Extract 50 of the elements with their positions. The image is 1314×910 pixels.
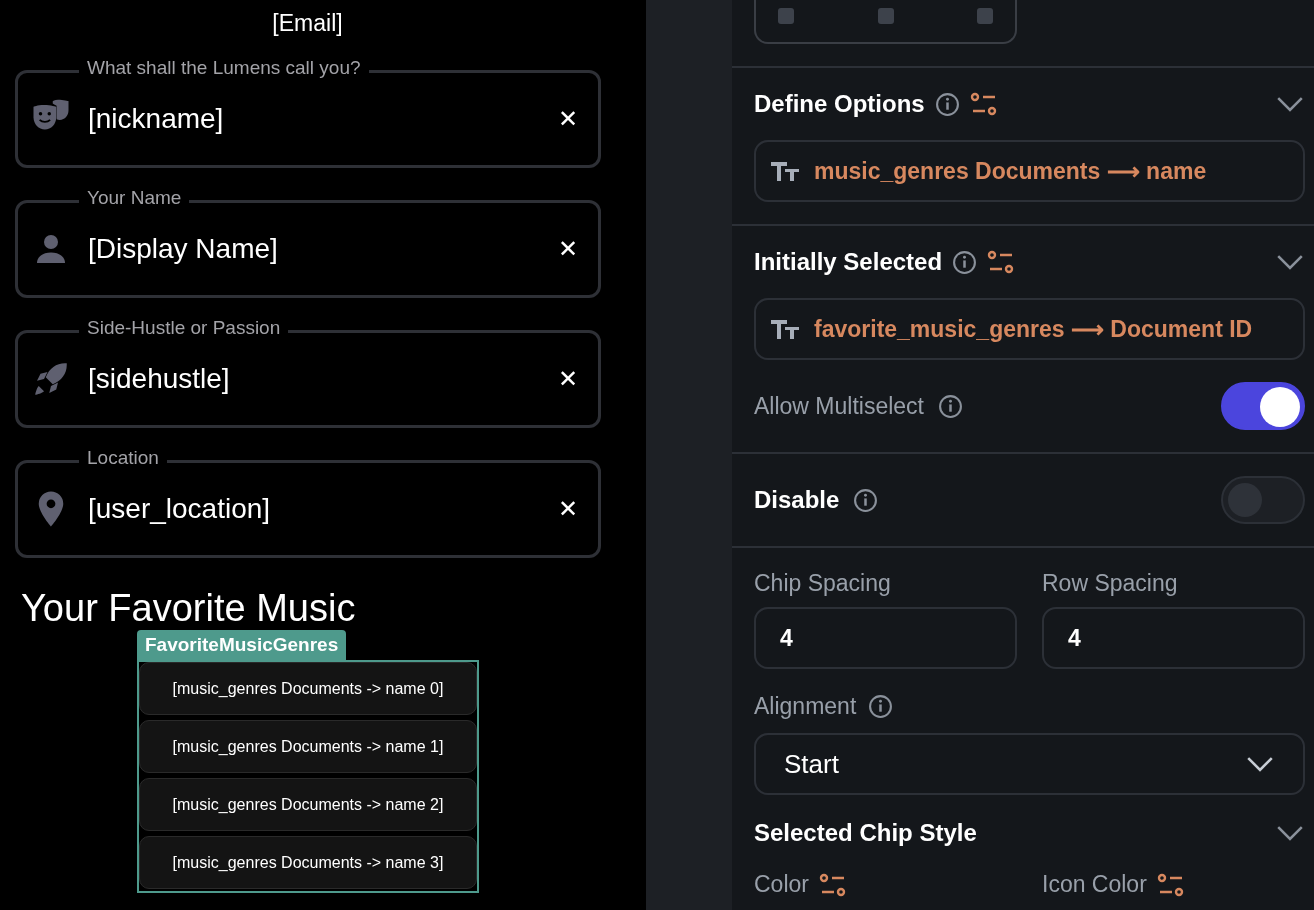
variable-icon[interactable]	[969, 91, 998, 117]
text-type-icon	[770, 159, 800, 183]
property-label: Alignment	[754, 692, 857, 720]
alignment-dropdown[interactable]: Start	[754, 733, 1305, 795]
clear-button[interactable]: ✕	[557, 235, 578, 263]
square-icon	[877, 8, 894, 24]
field-value: [Display Name]	[88, 233, 279, 265]
info-icon[interactable]	[868, 693, 894, 719]
field-value: [sidehustle]	[88, 363, 231, 395]
property-label: Icon Color	[1042, 871, 1147, 898]
info-icon[interactable]	[952, 249, 978, 275]
property-label: Color	[754, 871, 809, 898]
property-label: Chip Spacing	[754, 570, 892, 597]
number-field[interactable]: 4	[1042, 607, 1305, 669]
field-value: [nickname]	[88, 103, 225, 135]
email-text: [Email]	[271, 9, 344, 38]
variable-icon[interactable]	[818, 871, 847, 898]
chevron-icon[interactable]	[1277, 825, 1303, 841]
variable-icon[interactable]	[1156, 871, 1185, 898]
variable-icon[interactable]	[987, 249, 1016, 275]
bound-value-field[interactable]: favorite_music_genres ⟶ Document ID	[754, 298, 1305, 360]
property-label: Allow Multiselect	[754, 392, 924, 420]
clear-button[interactable]: ✕	[557, 105, 578, 133]
section-heading: Initially Selected	[754, 248, 943, 276]
clear-button[interactable]: ✕	[557, 365, 578, 393]
square-icon	[778, 8, 794, 24]
chevron-icon	[1247, 756, 1273, 772]
text-type-icon	[770, 317, 800, 341]
field-value: [user_location]	[88, 493, 272, 525]
toggle-switch[interactable]	[1221, 382, 1305, 430]
toggle-switch[interactable]	[1221, 476, 1305, 524]
clear-button[interactable]: ✕	[557, 495, 578, 523]
square-icon	[977, 8, 993, 24]
section-title: Your Favorite Music	[21, 586, 357, 630]
property-label: Disable	[754, 486, 840, 514]
property-label: Row Spacing	[1042, 570, 1179, 597]
number-field[interactable]: 4	[754, 607, 1017, 669]
chip[interactable]: [music_genres Documents -> name 3]	[139, 836, 477, 889]
widget-tag: FavoriteMusicGenres	[137, 630, 347, 660]
section-heading: Define Options	[754, 90, 925, 118]
bound-value-field[interactable]: music_genres Documents ⟶ name	[754, 140, 1305, 202]
section-heading: Selected Chip Style	[754, 819, 977, 847]
chevron-icon[interactable]	[1277, 254, 1303, 270]
chevron-icon[interactable]	[1277, 96, 1303, 112]
chip[interactable]: [music_genres Documents -> name 2]	[139, 778, 477, 831]
info-icon[interactable]	[934, 91, 960, 117]
info-icon[interactable]	[853, 487, 879, 513]
chip[interactable]: [music_genres Documents -> name 0]	[139, 662, 477, 715]
chip[interactable]: [music_genres Documents -> name 1]	[139, 720, 477, 773]
info-icon[interactable]	[938, 393, 963, 419]
